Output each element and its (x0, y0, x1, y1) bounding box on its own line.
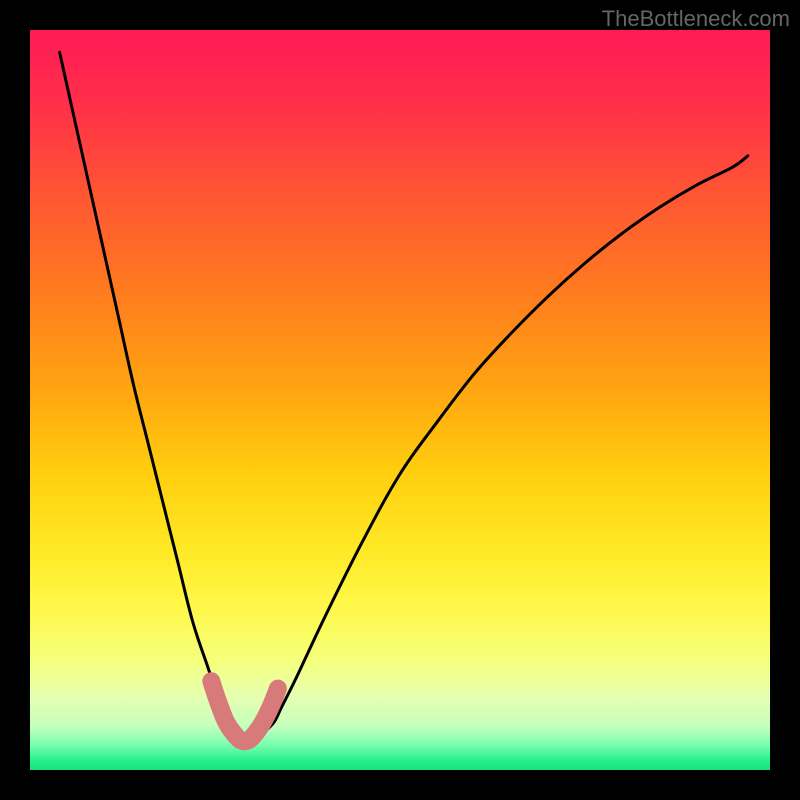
bottleneck-chart (0, 0, 800, 800)
watermark-text: TheBottleneck.com (602, 6, 790, 32)
chart-container: TheBottleneck.com (0, 0, 800, 800)
plot-background (30, 30, 770, 770)
